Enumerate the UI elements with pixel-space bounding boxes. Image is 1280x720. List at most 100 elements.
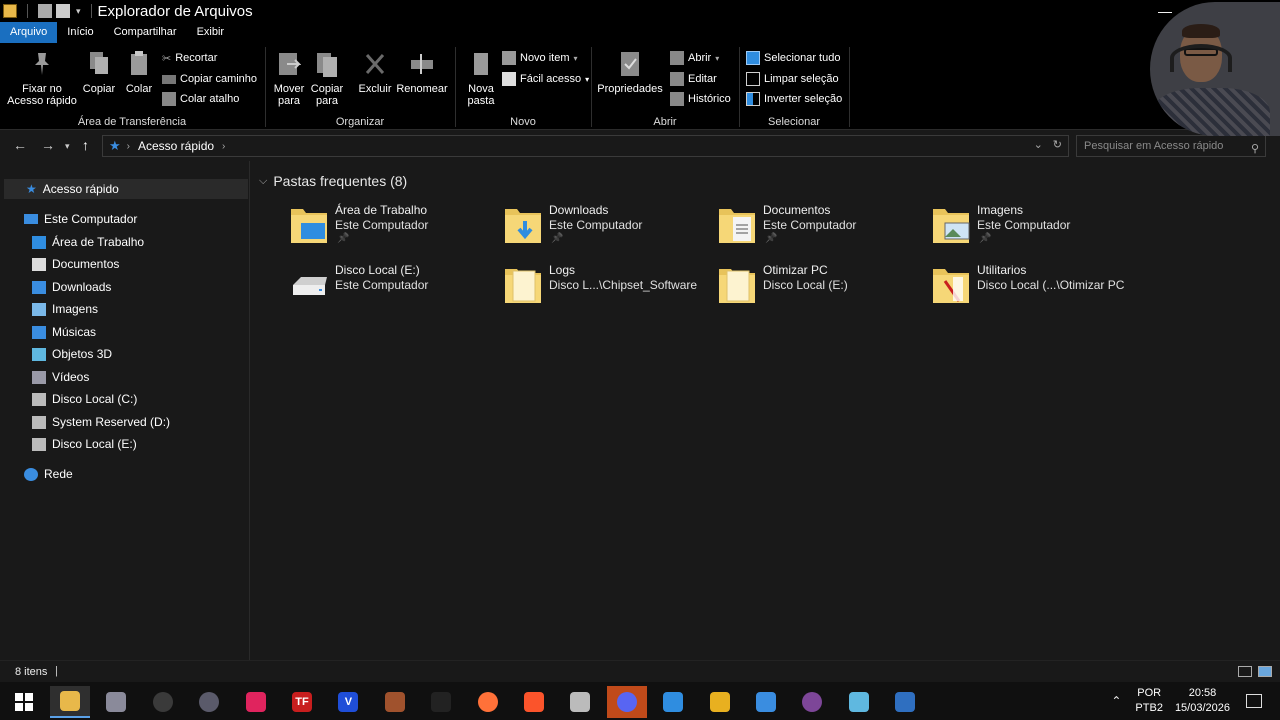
address-path[interactable]: Acesso rápido [138, 139, 214, 153]
tab-exibir[interactable]: Exibir [187, 22, 235, 43]
chevron-down-icon[interactable]: ⌄ [1034, 138, 1043, 151]
delete-button[interactable]: Excluir [356, 49, 394, 95]
sidebar-item[interactable]: System Reserved (D:) [32, 412, 170, 432]
sidebar-item[interactable]: Disco Local (E:) [32, 434, 137, 454]
folder-tile[interactable]: Documentos Este Computador 📌 [717, 203, 931, 253]
folder-tile[interactable]: Utilitarios Disco Local (...\Otimizar PC [931, 263, 1145, 313]
folder-tile[interactable]: Otimizar PC Disco Local (E:) [717, 263, 931, 313]
cut-button[interactable]: ✂ Recortar [162, 49, 217, 67]
taskbar-button[interactable] [653, 686, 693, 718]
sidebar-item-quick-access[interactable]: ★ Acesso rápido [4, 179, 248, 199]
new-folder-button[interactable]: Nova pasta [460, 49, 502, 107]
taskbar-app-icon [756, 692, 776, 712]
pin-icon: 📌 [979, 233, 992, 244]
sidebar-item[interactable]: Músicas [32, 322, 96, 342]
keyboard-layout: PTB2 [1135, 702, 1163, 714]
back-button[interactable]: ← [13, 137, 27, 153]
search-input[interactable]: Pesquisar em Acesso rápido ⚲ [1076, 135, 1266, 157]
recent-locations-button[interactable]: ▾ [65, 141, 70, 152]
taskbar-button[interactable] [375, 686, 415, 718]
copy-button[interactable]: Copiar [80, 49, 118, 95]
sidebar-item-this-pc[interactable]: Este Computador [24, 209, 137, 229]
forward-button[interactable]: → [41, 137, 55, 153]
chevron-down-icon[interactable]: ▾ [76, 6, 81, 17]
sidebar-item-network[interactable]: Rede [24, 464, 73, 484]
taskbar-button[interactable] [606, 686, 647, 718]
sidebar-item[interactable]: Área de Trabalho [32, 232, 144, 252]
folder-tile[interactable]: Imagens Este Computador 📌 [931, 203, 1145, 253]
folder-name: Disco Local (E:) [335, 263, 420, 277]
clock[interactable]: 20:58 15/03/2026 [1175, 686, 1230, 716]
select-all-button[interactable]: Selecionar tudo [746, 49, 840, 67]
taskbar-button[interactable] [746, 686, 786, 718]
folder-tile[interactable]: Disco Local (E:) Este Computador [289, 263, 503, 313]
folder-tile[interactable]: Logs Disco L...\Chipset_Software [503, 263, 717, 313]
taskbar-button[interactable] [839, 686, 879, 718]
copy-to-button[interactable]: Copiar para [308, 49, 346, 107]
easy-access-button[interactable]: Fácil acesso ▾ [502, 70, 589, 88]
search-icon[interactable]: ⚲ [1251, 139, 1259, 159]
folder-name: Imagens [977, 203, 1024, 217]
language-indicator[interactable]: POR PTB2 [1135, 686, 1163, 716]
sidebar-item[interactable]: Disco Local (C:) [32, 389, 137, 409]
tab-arquivo[interactable]: Arquivo [0, 22, 58, 43]
taskbar-button[interactable] [143, 686, 183, 718]
taskbar-button[interactable] [50, 686, 90, 718]
taskbar-button[interactable]: TF [282, 686, 322, 718]
taskbar-button[interactable] [700, 686, 740, 718]
taskbar-button[interactable] [189, 686, 229, 718]
sidebar-item[interactable]: Downloads [32, 277, 111, 297]
pin-to-quick-access-button[interactable]: Fixar no Acesso rápido [6, 49, 78, 107]
select-none-button[interactable]: Limpar seleção [746, 70, 839, 88]
new-item-button[interactable]: Novo item ▾ [502, 49, 578, 67]
taskbar-button[interactable] [96, 686, 136, 718]
chevron-right-icon[interactable]: › [222, 141, 225, 152]
star-icon: ★ [109, 138, 121, 153]
chevron-right-icon[interactable]: › [127, 141, 130, 152]
sidebar-item[interactable]: Imagens [32, 299, 98, 319]
open-button[interactable]: Abrir ▾ [670, 49, 719, 67]
taskbar-button[interactable] [885, 686, 925, 718]
taskbar-button[interactable]: V [328, 686, 368, 718]
properties-button[interactable]: Propriedades [596, 49, 664, 95]
invert-selection-button[interactable]: Inverter seleção [746, 90, 842, 108]
properties-icon [621, 52, 639, 76]
chevron-down-icon[interactable]: ⌵ [259, 175, 267, 188]
move-to-button[interactable]: Mover para [270, 49, 308, 107]
taskbar-button[interactable] [792, 686, 832, 718]
folder-tile[interactable]: Área de Trabalho Este Computador 📌 [289, 203, 503, 253]
taskbar-button[interactable] [468, 686, 508, 718]
sidebar-item-label: Documentos [52, 257, 120, 271]
tab-inicio[interactable]: Início [57, 22, 103, 43]
frequent-folders-header[interactable]: ⌵ Pastas frequentes (8) [259, 173, 407, 189]
up-button[interactable]: ↑ [82, 137, 89, 153]
copy-path-button[interactable]: Copiar caminho [162, 70, 257, 88]
folder-tile[interactable]: Downloads Este Computador 📌 [503, 203, 717, 253]
properties-icon[interactable] [38, 4, 52, 18]
paste-button[interactable]: Colar [120, 49, 158, 95]
chevron-up-icon[interactable]: ⌃ [1111, 694, 1121, 708]
start-button[interactable] [4, 686, 44, 718]
sidebar-item[interactable]: Documentos [32, 254, 119, 274]
large-icons-view-button[interactable] [1258, 666, 1272, 677]
new-folder-icon[interactable] [56, 4, 70, 18]
calculator-icon [895, 692, 916, 712]
sidebar-item[interactable]: Objetos 3D [32, 344, 112, 364]
taskbar-button[interactable] [514, 686, 554, 718]
edit-button[interactable]: Editar [670, 70, 717, 88]
refresh-icon[interactable]: ↻ [1053, 138, 1062, 151]
sidebar-item[interactable]: Vídeos [32, 367, 89, 387]
tab-compartilhar[interactable]: Compartilhar [104, 22, 187, 43]
folder-location: Este Computador [763, 218, 857, 232]
taskbar-button[interactable] [421, 686, 461, 718]
rename-button[interactable]: Renomear [394, 49, 450, 95]
history-button[interactable]: Histórico [670, 90, 731, 108]
notification-icon[interactable] [1246, 694, 1262, 708]
paste-shortcut-button[interactable]: Colar atalho [162, 90, 239, 108]
taskbar-button[interactable] [560, 686, 600, 718]
taskbar-button[interactable] [236, 686, 276, 718]
folder-name: Utilitarios [977, 263, 1027, 277]
details-view-button[interactable] [1238, 666, 1252, 677]
address-bar[interactable]: ★ › Acesso rápido › ⌄ ↻ [102, 135, 1069, 157]
sidebar-item-label: Downloads [52, 280, 112, 294]
